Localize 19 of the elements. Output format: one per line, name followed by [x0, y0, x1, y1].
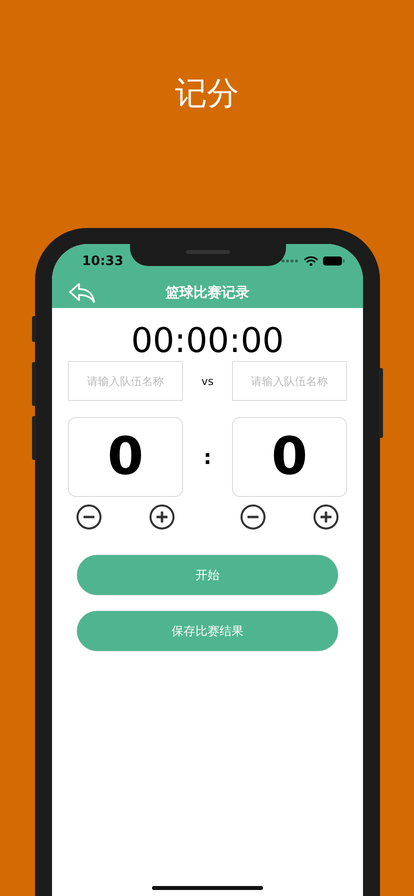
team-name-field[interactable]: 请输入队伍名称 [232, 361, 347, 401]
minus-icon[interactable] [76, 504, 102, 530]
start-button[interactable]: 开始 [77, 555, 338, 595]
save-result-button[interactable]: 保存比赛结果 [77, 611, 338, 651]
plus-icon[interactable] [313, 504, 339, 530]
score-display: 0 [68, 417, 183, 497]
signal-icon [281, 259, 299, 263]
plus-icon[interactable] [149, 504, 175, 530]
status-time: 10:33 [82, 254, 124, 268]
nav-title: 篮球比赛记录 [166, 284, 250, 302]
wifi-icon [304, 256, 318, 266]
score-separator: : [204, 445, 212, 469]
promo-title: 记分 [175, 73, 239, 114]
team-name-field[interactable]: 请输入队伍名称 [68, 361, 183, 401]
timer-display: 00:00:00 [131, 321, 284, 361]
minus-icon[interactable] [240, 504, 266, 530]
vs-label: vs [201, 374, 214, 388]
battery-icon [323, 256, 345, 266]
score-display: 0 [232, 417, 347, 497]
